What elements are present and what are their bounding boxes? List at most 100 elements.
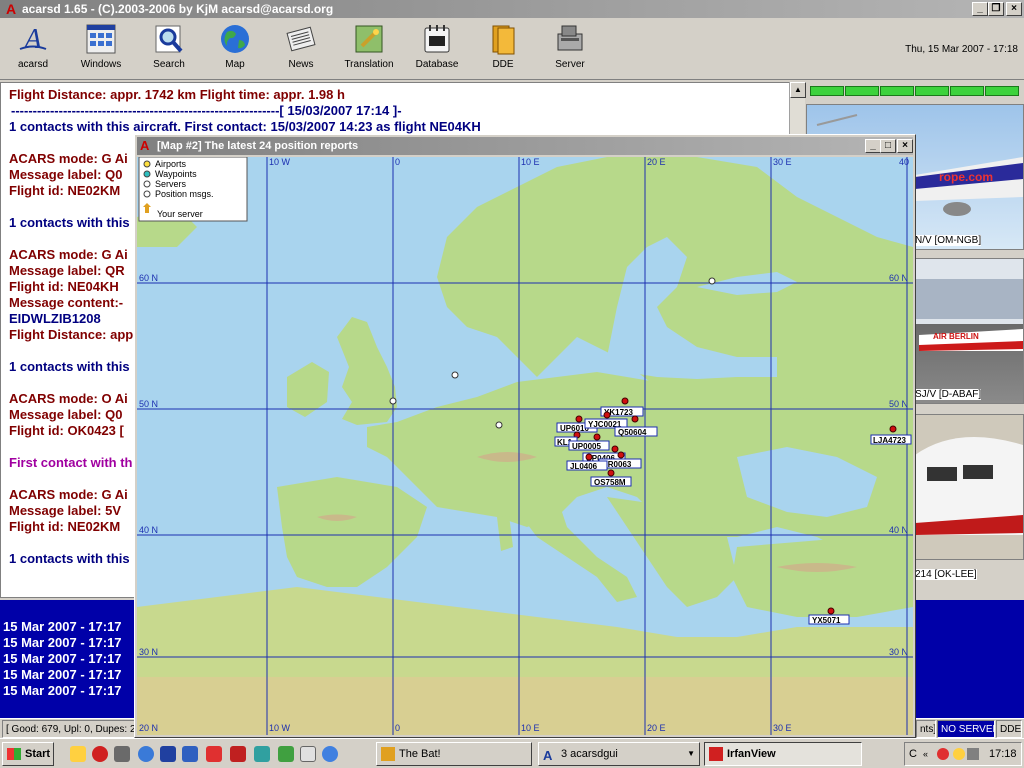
tray-icon[interactable] xyxy=(953,748,965,760)
quicklaunch-icon[interactable] xyxy=(160,746,176,762)
photo-caption: 214 [OK-LEE] xyxy=(915,569,977,580)
lat-label: 50 N xyxy=(889,399,908,409)
log-line: Message label: Q0 xyxy=(9,407,123,422)
taskbar-clock[interactable]: 17:18 xyxy=(989,743,1017,765)
server-marker[interactable] xyxy=(389,397,397,405)
task-the-bat[interactable]: The Bat! xyxy=(376,742,532,766)
database-icon xyxy=(424,25,450,53)
irfanview-icon xyxy=(709,747,723,761)
quicklaunch-icon[interactable] xyxy=(300,746,316,762)
lon-label: 10 E xyxy=(521,157,540,167)
quicklaunch-icon[interactable] xyxy=(230,746,246,762)
quicklaunch-icon[interactable] xyxy=(322,746,338,762)
lat-label: 50 N xyxy=(139,399,158,409)
server-marker[interactable] xyxy=(495,421,503,429)
toolbar-windows-button[interactable]: Windows xyxy=(76,22,126,78)
quicklaunch-icon[interactable] xyxy=(278,746,294,762)
toolbar-datetime: Thu, 15 Mar 2007 - 17:18 xyxy=(905,44,1018,55)
map-minimize-button[interactable]: _ xyxy=(865,139,881,153)
log-line: Message content:- xyxy=(9,295,124,310)
search-magnifier-icon xyxy=(155,25,183,53)
map-window[interactable]: A [Map #2] The latest 24 position report… xyxy=(134,134,916,738)
toolbar-map-button[interactable]: Map xyxy=(210,22,260,78)
quicklaunch-icon[interactable] xyxy=(206,746,222,762)
internet-explorer-icon[interactable] xyxy=(138,746,154,762)
log-line: Flight Distance: appr. 1742 km Flight ti… xyxy=(9,87,345,102)
log-line: Message label: 5V xyxy=(9,503,121,518)
lon-label: 0 xyxy=(395,723,400,733)
legend-label: Your server xyxy=(157,209,203,219)
acarsd-a-icon: A xyxy=(5,1,17,17)
task-label: IrfanView xyxy=(727,748,776,760)
server-marker[interactable] xyxy=(708,277,716,285)
dde-book-icon xyxy=(492,25,515,55)
map-legend: Airports Waypoints Servers Position msgs… xyxy=(138,157,248,222)
airport-legend-icon xyxy=(143,160,151,168)
maximize-button[interactable]: ❐ xyxy=(988,2,1004,16)
log-line: Message label: Q0 xyxy=(9,167,123,182)
lat-label: 40 N xyxy=(139,525,158,535)
toolbar-label: DDE xyxy=(492,59,514,70)
system-tray: C « 17:18 xyxy=(904,742,1022,766)
log-line: ACARS mode: G Ai xyxy=(9,487,128,502)
lat-label: 30 N xyxy=(889,647,908,657)
toolbar-database-button[interactable]: Database xyxy=(410,22,464,78)
task-irfanview[interactable]: IrfanView xyxy=(704,742,862,766)
flight-label: YX5071 xyxy=(812,616,841,625)
tray-icon[interactable] xyxy=(937,748,949,760)
toolbar-dde-button[interactable]: DDE xyxy=(478,22,528,78)
lon-label: 10 W xyxy=(269,723,291,733)
signal-led xyxy=(950,86,984,96)
map-window-title: [Map #2] The latest 24 position reports xyxy=(157,140,359,152)
signal-led xyxy=(985,86,1019,96)
lat-label: 60 N xyxy=(139,273,158,283)
opera-icon[interactable] xyxy=(92,746,108,762)
europe-map[interactable]: 10 W 0 10 E 20 E 30 E 40 10 W 0 10 E 20 … xyxy=(137,157,913,735)
waypoint-legend-icon xyxy=(143,170,151,178)
start-button[interactable]: Start xyxy=(2,742,54,766)
log-line: 1 contacts with this xyxy=(9,551,130,566)
toolbar-label: Search xyxy=(153,59,185,70)
tray-arrow-icon[interactable]: « xyxy=(923,743,928,765)
log-line: Flight id: NE02KM xyxy=(9,183,121,198)
toolbar-search-button[interactable]: Search xyxy=(144,22,194,78)
quicklaunch-icon[interactable] xyxy=(254,746,270,762)
quicklaunch-icon[interactable] xyxy=(70,746,86,762)
newspaper-icon xyxy=(286,26,316,52)
quicklaunch-icon[interactable] xyxy=(114,746,130,762)
toolbar-news-button[interactable]: News xyxy=(276,22,326,78)
photo-caption: SJ/V [D-ABAF] xyxy=(915,389,982,400)
toolbar-label: Database xyxy=(415,59,459,70)
lon-label: 0 xyxy=(395,157,400,167)
scroll-up-arrow-icon[interactable]: ▲ xyxy=(790,82,806,98)
speaker-icon[interactable] xyxy=(967,748,979,760)
task-acarsdgui[interactable]: A 3 acarsdgui ▼ xyxy=(538,742,700,766)
acarsd-a-icon: A xyxy=(140,138,150,153)
lat-label: 20 N xyxy=(139,723,158,733)
server-marker[interactable] xyxy=(451,371,459,379)
raw-log-line: 15 Mar 2007 - 17:17 xyxy=(3,667,122,682)
toolbar-label: Map xyxy=(225,59,245,70)
acarsd-a-icon: A xyxy=(543,748,553,763)
toolbar-server-button[interactable]: Server xyxy=(544,22,596,78)
server-legend-icon xyxy=(143,180,151,188)
raw-log-line: 15 Mar 2007 - 17:17 xyxy=(3,635,122,650)
chevron-down-icon: ▼ xyxy=(687,749,695,758)
log-line: 1 contacts with this aircraft. First con… xyxy=(9,119,481,134)
minimize-button[interactable]: _ xyxy=(972,2,988,16)
map-maximize-button[interactable]: □ xyxy=(880,139,896,153)
map-close-button[interactable]: × xyxy=(897,139,913,153)
legend-label: Airports xyxy=(155,159,187,169)
flight-label: OS758M xyxy=(594,478,626,487)
flight-label: LJA4723 xyxy=(873,436,906,445)
toolbar-translation-button[interactable]: Translation xyxy=(340,22,398,78)
close-button[interactable]: × xyxy=(1006,2,1022,16)
flight-label: JL0406 xyxy=(570,462,598,471)
lat-label: 30 N xyxy=(139,647,158,657)
start-label: Start xyxy=(25,748,51,760)
acarsd-logo-icon: A xyxy=(19,24,47,55)
signal-led-bar xyxy=(810,86,1020,98)
quicklaunch-icon[interactable] xyxy=(182,746,198,762)
toolbar-acarsd-button[interactable]: A acarsd xyxy=(8,22,58,78)
log-line: 1 contacts with this xyxy=(9,359,130,374)
